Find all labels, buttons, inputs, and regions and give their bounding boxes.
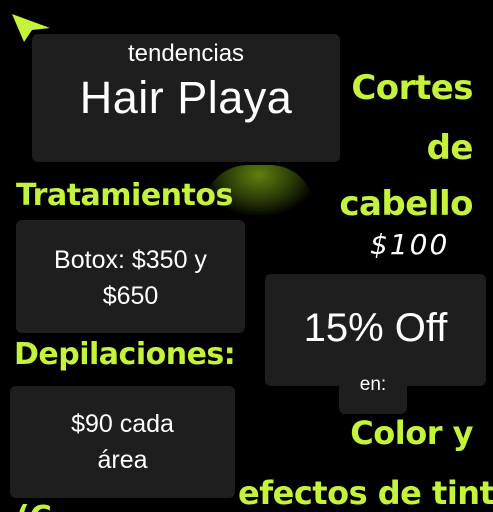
header-subtitle: tendencias (127, 40, 245, 67)
botox-card: Botox: $350 y $650 (16, 220, 245, 333)
en-label: en: (359, 374, 387, 395)
cut-off-heading: (C (16, 500, 52, 512)
tratamientos-heading: Tratamientos (16, 178, 233, 213)
efectos-heading: efectos de tinte: (238, 474, 493, 512)
color-heading: Color y (350, 414, 473, 452)
discount-text: 15% Off (303, 306, 448, 350)
cortes-price: $100 (370, 228, 450, 261)
depilaciones-price-text: $90 cada área (71, 410, 174, 474)
header-title: Hair Playa (79, 72, 293, 123)
en-card: en: (339, 366, 407, 414)
depilaciones-heading: Depilaciones: (14, 337, 236, 372)
cortes-heading-line2: de (426, 128, 474, 168)
cortes-heading-line1: Cortes (351, 68, 473, 108)
cortes-heading-line3: cabello (339, 184, 473, 224)
header-card: tendencias Hair Playa (32, 34, 340, 162)
botox-price-text: Botox: $350 y $650 (54, 246, 207, 310)
canvas: tendencias Hair Playa Cortes de cabello … (0, 0, 493, 512)
depilaciones-card: $90 cada área (10, 386, 235, 498)
